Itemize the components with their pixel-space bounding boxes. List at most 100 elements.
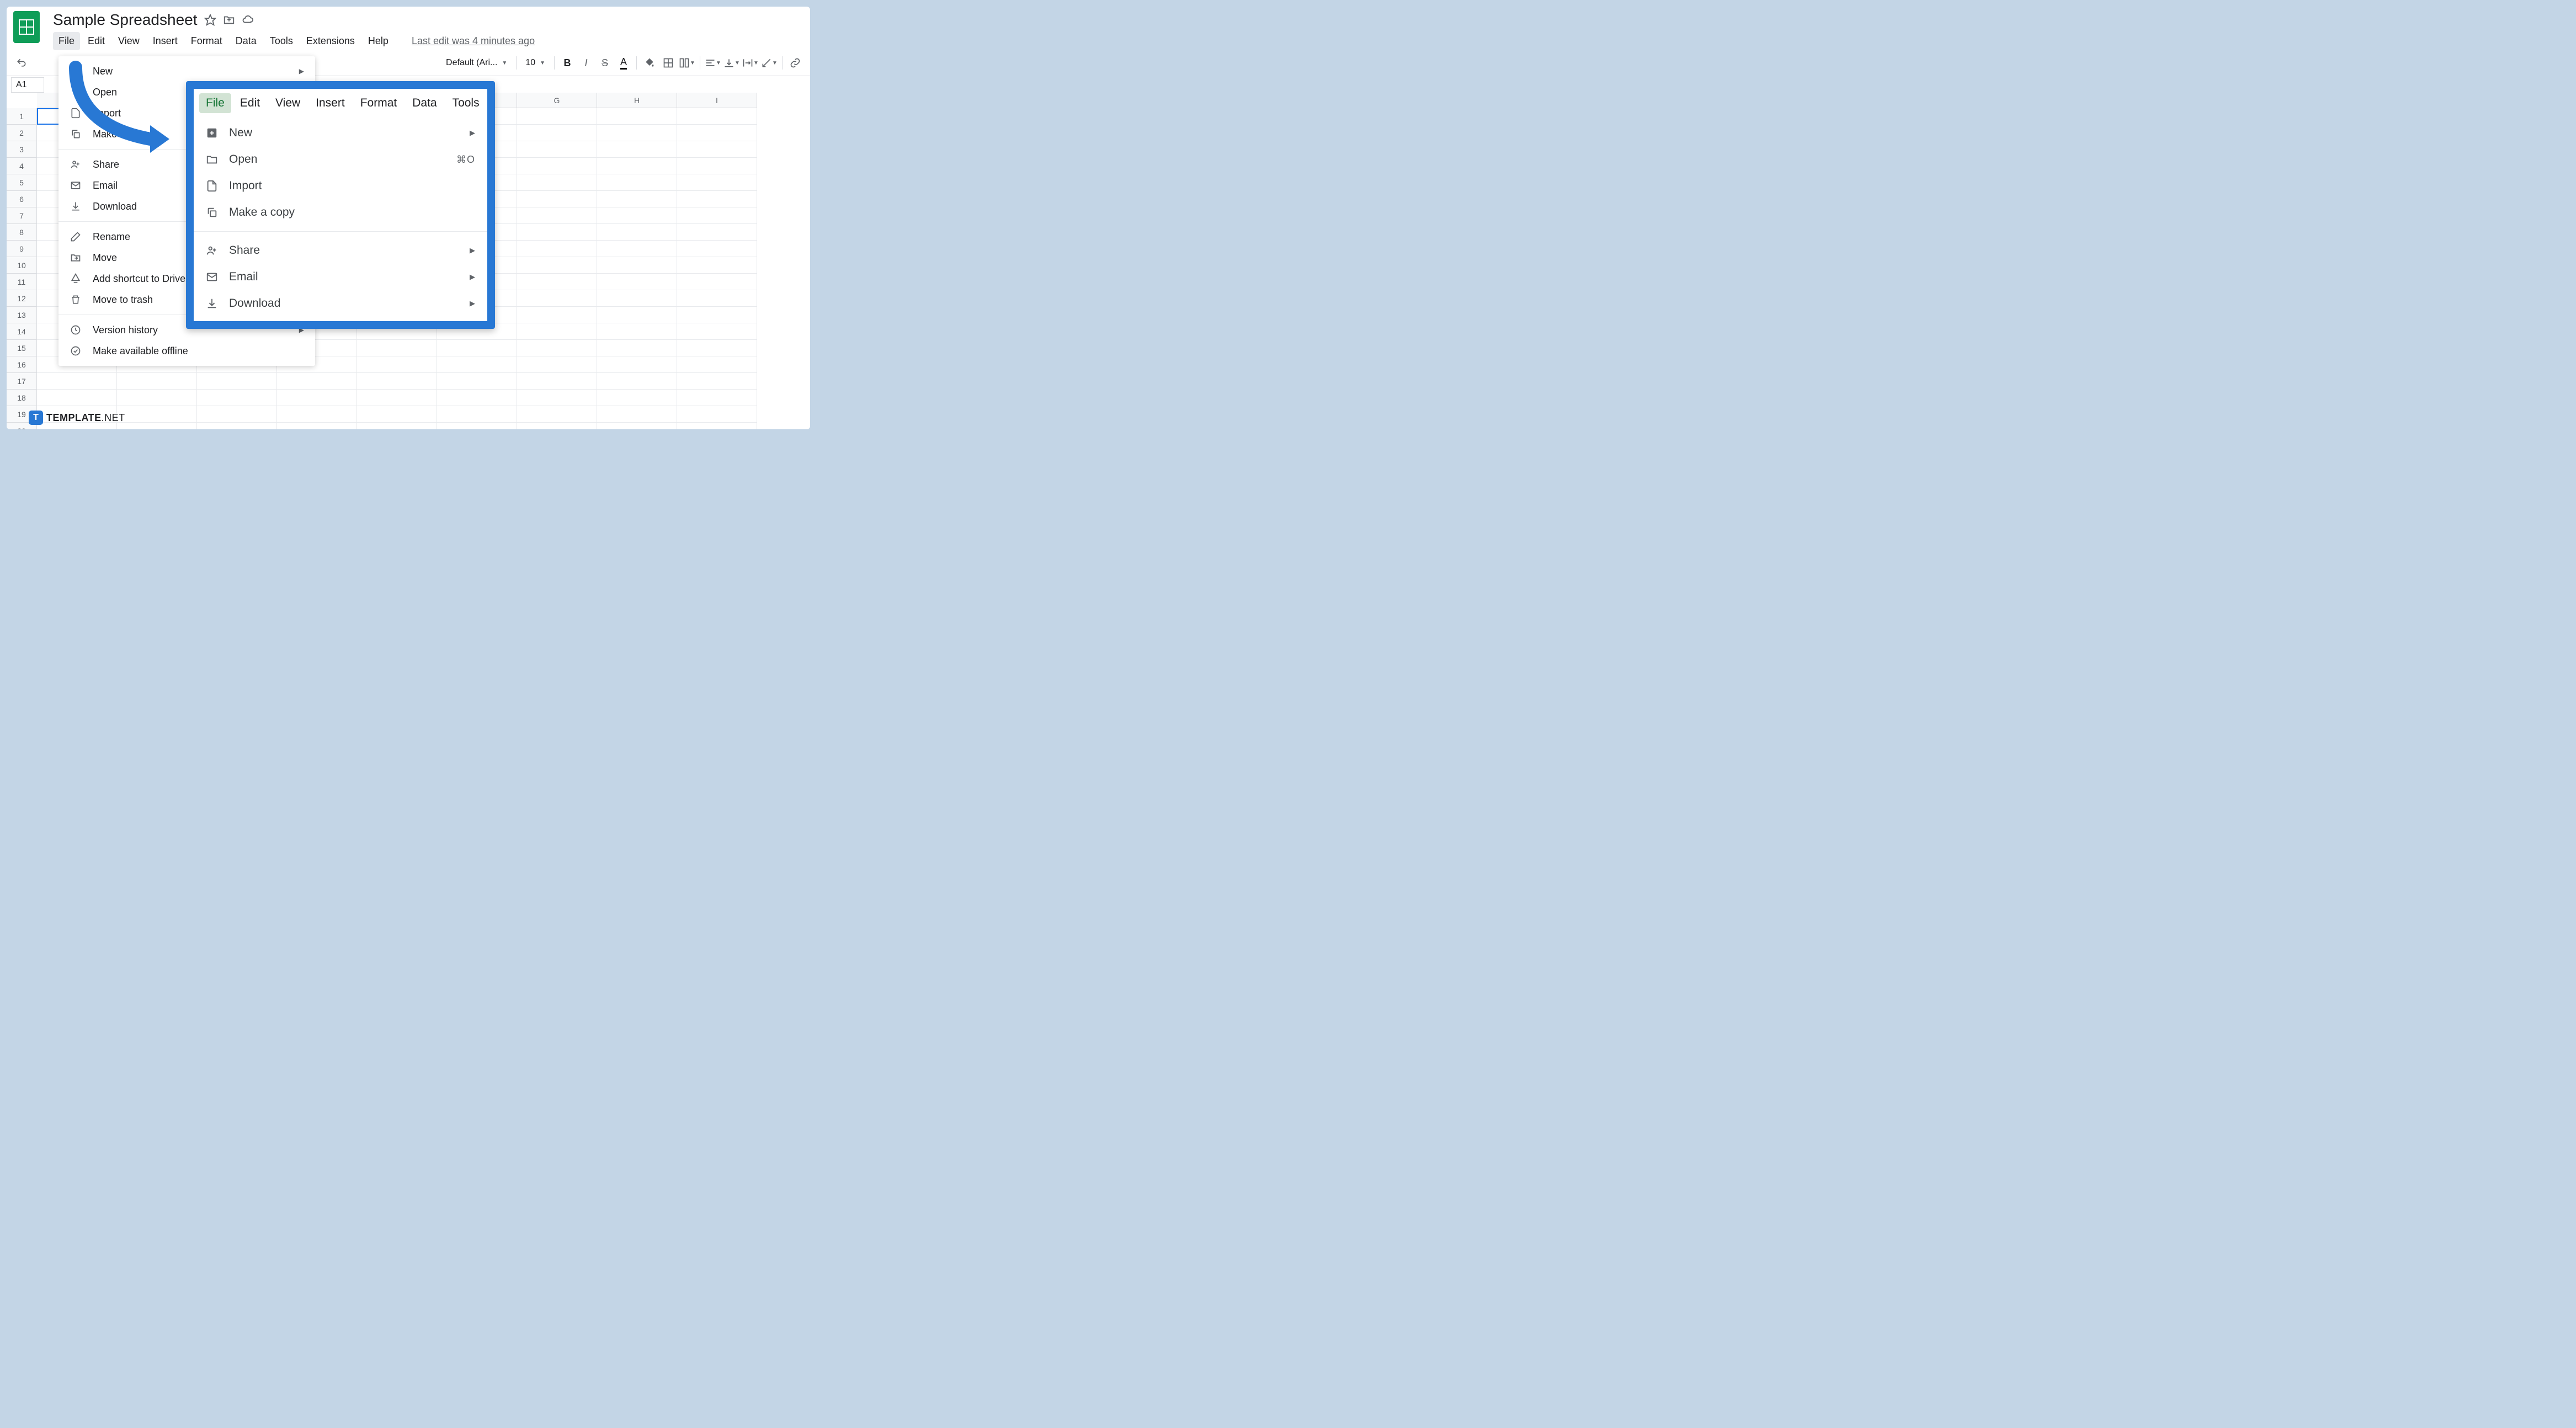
row-header[interactable]: 10 — [7, 257, 37, 274]
row-header[interactable]: 14 — [7, 323, 37, 340]
cell[interactable] — [357, 373, 437, 390]
overlay-menu-view[interactable]: View — [269, 93, 307, 113]
cell[interactable] — [517, 390, 597, 406]
menu-view[interactable]: View — [113, 32, 145, 50]
menu-help[interactable]: Help — [363, 32, 394, 50]
move-folder-icon[interactable] — [223, 14, 235, 26]
overlay-import[interactable]: Import — [194, 173, 487, 199]
cell[interactable] — [197, 406, 277, 423]
overlay-menu-data[interactable]: Data — [406, 93, 443, 113]
cell[interactable] — [277, 406, 357, 423]
star-icon[interactable] — [204, 14, 216, 26]
font-select[interactable]: Default (Ari... ▼ — [441, 56, 512, 70]
overlay-menu-edit[interactable]: Edit — [233, 93, 267, 113]
row-header[interactable]: 2 — [7, 125, 37, 141]
row-header[interactable]: 13 — [7, 307, 37, 323]
menu-data[interactable]: Data — [230, 32, 262, 50]
cell[interactable] — [597, 274, 677, 290]
overlay-download[interactable]: Download ▶ — [194, 290, 487, 317]
cell[interactable] — [357, 423, 437, 429]
cell[interactable] — [517, 108, 597, 125]
cell[interactable] — [517, 373, 597, 390]
menu-file[interactable]: File — [53, 32, 80, 50]
cell[interactable] — [277, 390, 357, 406]
cell[interactable] — [677, 108, 757, 125]
rotate-button[interactable]: ▼ — [761, 55, 778, 71]
cell[interactable] — [117, 406, 197, 423]
row-header[interactable]: 16 — [7, 356, 37, 373]
borders-button[interactable] — [660, 55, 677, 71]
cell[interactable] — [597, 390, 677, 406]
cell[interactable] — [117, 423, 197, 429]
col-header[interactable]: G — [517, 93, 597, 108]
cell[interactable] — [517, 174, 597, 191]
menu-format[interactable]: Format — [185, 32, 228, 50]
cell[interactable] — [117, 373, 197, 390]
cell[interactable] — [677, 158, 757, 174]
cell[interactable] — [517, 423, 597, 429]
cell[interactable] — [357, 340, 437, 356]
cell[interactable] — [517, 406, 597, 423]
cell[interactable] — [677, 373, 757, 390]
overlay-menu-format[interactable]: Format — [354, 93, 404, 113]
cell[interactable] — [677, 274, 757, 290]
cell[interactable] — [597, 373, 677, 390]
cell[interactable] — [677, 356, 757, 373]
overlay-new[interactable]: New ▶ — [194, 120, 487, 146]
cell[interactable] — [117, 390, 197, 406]
overlay-menu-tools[interactable]: Tools — [446, 93, 486, 113]
cell[interactable] — [677, 307, 757, 323]
cell[interactable] — [517, 340, 597, 356]
link-button[interactable] — [787, 55, 803, 71]
cell[interactable] — [517, 356, 597, 373]
row-header[interactable]: 1 — [7, 108, 37, 125]
row-header[interactable]: 7 — [7, 207, 37, 224]
menu-tools[interactable]: Tools — [264, 32, 299, 50]
row-header[interactable]: 15 — [7, 340, 37, 356]
cell[interactable] — [197, 390, 277, 406]
font-size-select[interactable]: 10 ▼ — [521, 56, 550, 70]
cell[interactable] — [437, 423, 517, 429]
cell[interactable] — [517, 323, 597, 340]
cell[interactable] — [597, 290, 677, 307]
col-header[interactable]: I — [677, 93, 757, 108]
cell[interactable] — [517, 307, 597, 323]
cell[interactable] — [37, 390, 117, 406]
cell[interactable] — [597, 108, 677, 125]
strikethrough-button[interactable]: S — [597, 55, 613, 71]
row-header[interactable]: 18 — [7, 390, 37, 406]
cell[interactable] — [677, 290, 757, 307]
last-edit-link[interactable]: Last edit was 4 minutes ago — [412, 35, 535, 47]
cell[interactable] — [357, 356, 437, 373]
cell[interactable] — [277, 423, 357, 429]
col-header[interactable]: H — [597, 93, 677, 108]
cloud-icon[interactable] — [242, 14, 254, 26]
undo-button[interactable] — [13, 55, 30, 71]
cell[interactable] — [517, 257, 597, 274]
cell[interactable] — [597, 406, 677, 423]
cell[interactable] — [597, 207, 677, 224]
overlay-share[interactable]: Share ▶ — [194, 237, 487, 264]
cell[interactable] — [597, 125, 677, 141]
fill-color-button[interactable] — [641, 55, 658, 71]
cell[interactable] — [517, 224, 597, 241]
document-title[interactable]: Sample Spreadsheet — [53, 11, 198, 29]
overlay-menu-file[interactable]: File — [199, 93, 231, 113]
cell[interactable] — [597, 174, 677, 191]
row-header[interactable]: 4 — [7, 158, 37, 174]
cell[interactable] — [437, 373, 517, 390]
cell[interactable] — [517, 274, 597, 290]
row-header[interactable]: 11 — [7, 274, 37, 290]
row-header[interactable]: 12 — [7, 290, 37, 307]
cell[interactable] — [437, 356, 517, 373]
cell[interactable] — [517, 207, 597, 224]
cell[interactable] — [357, 390, 437, 406]
row-header[interactable]: 6 — [7, 191, 37, 207]
menu-extensions[interactable]: Extensions — [301, 32, 360, 50]
cell[interactable] — [677, 241, 757, 257]
valign-button[interactable]: ▼ — [723, 55, 740, 71]
cell[interactable] — [517, 191, 597, 207]
cell[interactable] — [677, 406, 757, 423]
row-header[interactable]: 9 — [7, 241, 37, 257]
cell[interactable] — [677, 257, 757, 274]
